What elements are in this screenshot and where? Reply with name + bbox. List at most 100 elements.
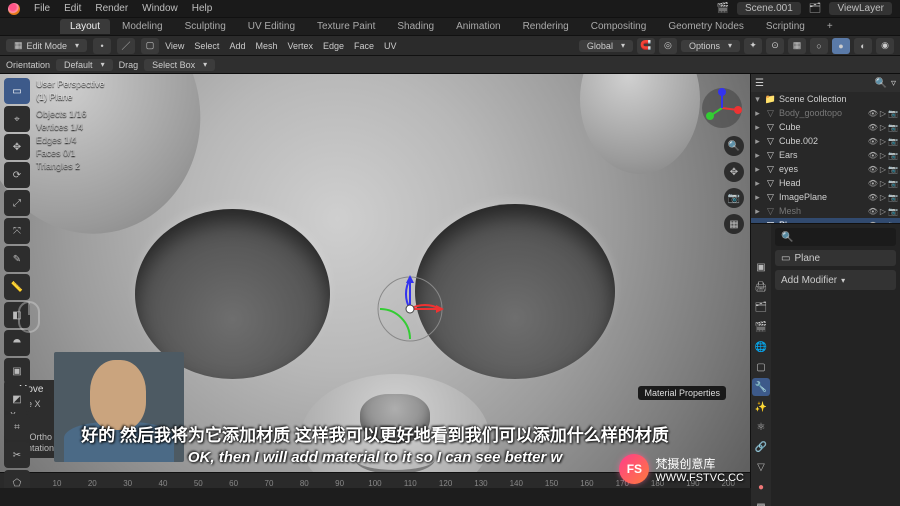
menu-mesh[interactable]: Mesh xyxy=(255,41,277,51)
eye-icon[interactable]: 👁 xyxy=(868,193,878,202)
tool-select-box[interactable]: ▭ xyxy=(4,78,30,104)
selectable-icon[interactable]: ▷ xyxy=(880,193,886,202)
proptab-viewlayer[interactable]: 🗂 xyxy=(752,298,770,316)
tab-animation[interactable]: Animation xyxy=(446,19,510,34)
tool-measure[interactable]: 📏 xyxy=(4,274,30,300)
selectable-icon[interactable]: ▷ xyxy=(880,109,886,118)
mode-selector[interactable]: ▦ Edit Mode xyxy=(6,39,87,52)
eye-icon[interactable]: 👁 xyxy=(868,137,878,146)
gizmo-toggle[interactable]: ✦ xyxy=(744,38,762,54)
proptab-render[interactable]: ▣ xyxy=(752,258,770,276)
proptab-texture[interactable]: ▩ xyxy=(752,498,770,506)
viewport-3d[interactable]: ▭ ⌖ ✥ ⟳ ⤢ ⤧ ✎ 📏 ◧ ⯊ ▣ ◩ ⌗ ✂ ⬠ User Persp… xyxy=(0,74,750,488)
eye-icon[interactable]: 👁 xyxy=(868,109,878,118)
outliner-item-imageplane[interactable]: ▸▽ImagePlane👁 ▷ 📷 xyxy=(751,190,900,204)
transform-orientation[interactable]: Global xyxy=(579,40,633,52)
proptab-constraints[interactable]: 🔗 xyxy=(752,438,770,456)
menu-render[interactable]: Render xyxy=(95,3,128,14)
menu-file[interactable]: File xyxy=(34,3,50,14)
menu-help[interactable]: Help xyxy=(192,3,213,14)
selectable-icon[interactable]: ▷ xyxy=(880,123,886,132)
render-icon[interactable]: 📷 xyxy=(888,137,898,146)
selectable-icon[interactable]: ▷ xyxy=(880,207,886,216)
tool-move[interactable]: ✥ xyxy=(4,134,30,160)
shading-rendered[interactable]: ◉ xyxy=(876,38,894,54)
tab-compositing[interactable]: Compositing xyxy=(581,19,657,34)
proptab-scene[interactable]: 🎬 xyxy=(752,318,770,336)
tab-shading[interactable]: Shading xyxy=(387,19,444,34)
menu-view[interactable]: View xyxy=(165,41,184,51)
eye-icon[interactable]: 👁 xyxy=(868,123,878,132)
tab-modeling[interactable]: Modeling xyxy=(112,19,173,34)
tool-cursor[interactable]: ⌖ xyxy=(4,106,30,132)
tab-add[interactable]: + xyxy=(817,19,843,34)
menu-edit[interactable]: Edit xyxy=(64,3,81,14)
proptab-world[interactable]: 🌐 xyxy=(752,338,770,356)
select-mode-edge[interactable]: ／ xyxy=(117,38,135,54)
nav-pan-icon[interactable]: ✥ xyxy=(724,162,744,182)
render-icon[interactable]: 📷 xyxy=(888,123,898,132)
tool-poly-build[interactable]: ⬠ xyxy=(4,470,30,488)
tool-scale[interactable]: ⤢ xyxy=(4,190,30,216)
options-dropdown[interactable]: Options xyxy=(681,40,740,52)
tool-annotate[interactable]: ✎ xyxy=(4,246,30,272)
menu-window[interactable]: Window xyxy=(142,3,178,14)
nav-camera-icon[interactable]: 📷 xyxy=(724,188,744,208)
proportional-edit-toggle[interactable]: ◎ xyxy=(659,38,677,54)
properties-breadcrumb[interactable]: ▭ Plane xyxy=(775,250,896,266)
tab-scripting[interactable]: Scripting xyxy=(756,19,815,34)
proptab-mesh-data[interactable]: ▽ xyxy=(752,458,770,476)
outliner-item-body-goodtopo[interactable]: ▸▽Body_goodtopo👁 ▷ 📷 xyxy=(751,106,900,120)
eye-icon[interactable]: 👁 xyxy=(868,207,878,216)
menu-edge[interactable]: Edge xyxy=(323,41,344,51)
proptab-particles[interactable]: ✨ xyxy=(752,398,770,416)
nav-zoom-icon[interactable]: 🔍 xyxy=(724,136,744,156)
eye-icon[interactable]: 👁 xyxy=(868,151,878,160)
render-icon[interactable]: 📷 xyxy=(888,193,898,202)
tab-uv-editing[interactable]: UV Editing xyxy=(238,19,305,34)
tool-bevel[interactable]: ◩ xyxy=(4,386,30,412)
render-icon[interactable]: 📷 xyxy=(888,165,898,174)
tool-rotate[interactable]: ⟳ xyxy=(4,162,30,188)
outliner-scene-collection[interactable]: ▾📁Scene Collection xyxy=(751,92,900,106)
menu-vertex[interactable]: Vertex xyxy=(287,41,313,51)
tab-texture-paint[interactable]: Texture Paint xyxy=(307,19,385,34)
overlay-toggle[interactable]: ⊙ xyxy=(766,38,784,54)
outliner-item-cube[interactable]: ▸▽Cube👁 ▷ 📷 xyxy=(751,120,900,134)
select-mode-vertex[interactable]: • xyxy=(93,38,111,54)
axis-orientation-gizmo[interactable] xyxy=(700,86,744,130)
selectable-icon[interactable]: ▷ xyxy=(880,137,886,146)
proptab-modifiers[interactable]: 🔧 xyxy=(752,378,770,396)
outliner-item-ears[interactable]: ▸▽Ears👁 ▷ 📷 xyxy=(751,148,900,162)
tab-sculpting[interactable]: Sculpting xyxy=(175,19,236,34)
outliner-item-eyes[interactable]: ▸▽eyes👁 ▷ 📷 xyxy=(751,162,900,176)
selectable-icon[interactable]: ▷ xyxy=(880,165,886,174)
render-icon[interactable]: 📷 xyxy=(888,151,898,160)
eye-icon[interactable]: 👁 xyxy=(868,179,878,188)
render-icon[interactable]: 📷 xyxy=(888,109,898,118)
tab-rendering[interactable]: Rendering xyxy=(513,19,579,34)
shading-solid[interactable]: ● xyxy=(832,38,850,54)
shading-material[interactable]: ◐ xyxy=(854,38,872,54)
menu-add[interactable]: Add xyxy=(229,41,245,51)
outliner-display-mode-icon[interactable]: ☰ xyxy=(755,78,764,89)
shading-wireframe[interactable]: ○ xyxy=(810,38,828,54)
menu-uv[interactable]: UV xyxy=(384,41,397,51)
select-mode-face[interactable]: ▢ xyxy=(141,38,159,54)
add-modifier-dropdown[interactable]: Add Modifier xyxy=(775,270,896,290)
proptab-object[interactable]: ▢ xyxy=(752,358,770,376)
tool-inset[interactable]: ▣ xyxy=(4,358,30,384)
scene-selector[interactable]: Scene.001 xyxy=(737,2,801,15)
proptab-physics[interactable]: ⚛ xyxy=(752,418,770,436)
selectable-icon[interactable]: ▷ xyxy=(880,179,886,188)
render-icon[interactable]: 📷 xyxy=(888,207,898,216)
outliner-search-icon[interactable]: 🔍 xyxy=(875,78,887,89)
render-icon[interactable]: 📷 xyxy=(888,179,898,188)
transform-gizmo[interactable] xyxy=(370,269,450,349)
snap-toggle[interactable]: 🧲 xyxy=(637,38,655,54)
tab-layout[interactable]: Layout xyxy=(60,19,110,34)
tab-geometry-nodes[interactable]: Geometry Nodes xyxy=(658,19,754,34)
xray-toggle[interactable]: ▦ xyxy=(788,38,806,54)
menu-face[interactable]: Face xyxy=(354,41,374,51)
menu-select[interactable]: Select xyxy=(194,41,219,51)
